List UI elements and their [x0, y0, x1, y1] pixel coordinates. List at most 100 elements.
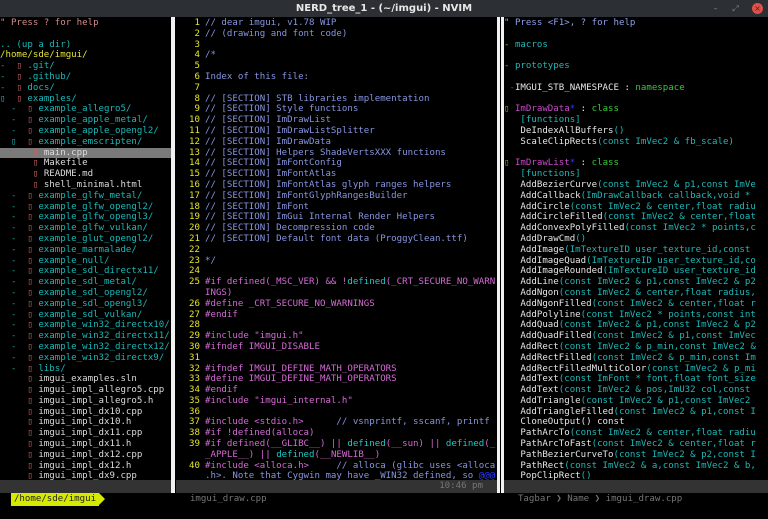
tree-row[interactable]: - ▯ example_win32_directx10/ — [0, 320, 171, 331]
tree-row[interactable]: ▯ imgui_impl_allegro5.cpp — [0, 385, 171, 396]
tag-row[interactable]: - macros — [504, 40, 768, 51]
code-line[interactable]: 34 #endif — [176, 385, 497, 396]
tag-row[interactable]: AddBezierCurve(const ImVec2 & p1,const I… — [504, 180, 768, 191]
tag-row[interactable]: AddQuad(const ImVec2 & p1,const ImVec2 &… — [504, 320, 768, 331]
tree-row[interactable]: - ▯ .git/ — [0, 61, 171, 72]
tree-row[interactable]: - ▯ example_win32_directx9/ — [0, 353, 171, 364]
tree-row[interactable]: - ▯ example_sdl_directx11/ — [0, 266, 171, 277]
code-line[interactable]: _APPLE__) || defined(__NEWLIB__) — [176, 450, 497, 461]
tree-row[interactable]: - ▯ .github/ — [0, 72, 171, 83]
tag-row[interactable]: ScaleClipRects(const ImVec2 & fb_scale) — [504, 137, 768, 148]
tag-row[interactable]: AddPolyline(const ImVec2 * points,const … — [504, 310, 768, 321]
close-button[interactable]: × — [752, 3, 763, 14]
tag-row[interactable]: AddQuadFilled(const ImVec2 & p1,const Im… — [504, 331, 768, 342]
tag-row[interactable]: AddTriangle(const ImVec2 & p1,const ImVe… — [504, 396, 768, 407]
tree-row[interactable]: ▯ imgui_impl_dx12.h — [0, 461, 171, 472]
tag-row[interactable] — [504, 72, 768, 83]
tree-row[interactable]: - ▯ example_apple_metal/ — [0, 115, 171, 126]
tree-row[interactable]: - ▯ example_apple_opengl2/ — [0, 126, 171, 137]
tag-row[interactable]: -IMGUI_STB_NAMESPACE : namespace — [504, 83, 768, 94]
tree-row[interactable]: ▯ ▯ example_emscripten/ — [0, 137, 171, 148]
tree-row[interactable]: - ▯ docs/ — [0, 83, 171, 94]
code-line[interactable]: 2 // (drawing and font code) — [176, 29, 497, 40]
maximize-button[interactable]: ⤢ — [730, 3, 741, 14]
tag-row[interactable]: AddConvexPolyFilled(const ImVec2 * point… — [504, 223, 768, 234]
code-line[interactable]: 8 // [SECTION] STB libraries implementati… — [176, 94, 497, 105]
code-line[interactable]: 27 #endif — [176, 310, 497, 321]
tree-row[interactable]: ▯ imgui_impl_dx10.h — [0, 417, 171, 428]
tree-row[interactable]: - ▯ example_null/ — [0, 256, 171, 267]
tree-row[interactable]: ▯ Makefile — [0, 158, 171, 169]
tree-row[interactable]: - ▯ example_win32_directx12/ — [0, 342, 171, 353]
tag-row[interactable]: PathBezierCurveTo(const ImVec2 & p2,cons… — [504, 450, 768, 461]
tree-row[interactable]: ▯ imgui_impl_dx11.h — [0, 439, 171, 450]
code-line[interactable]: .h>. Note that Cygwin may have _WIN32 de… — [176, 471, 497, 480]
tree-row[interactable]: - ▯ example_glfw_opengl3/ — [0, 212, 171, 223]
code-line[interactable]: 14 // [SECTION] ImFontConfig — [176, 158, 497, 169]
tag-row[interactable] — [504, 148, 768, 159]
tree-row[interactable]: - ▯ example_glut_opengl2/ — [0, 234, 171, 245]
editor-panel[interactable]: 1 // dear imgui, v1.78 WIP 2 // (drawing an… — [176, 18, 497, 480]
code-line[interactable]: 22 — [176, 245, 497, 256]
code-line[interactable]: 7 — [176, 83, 497, 94]
code-line[interactable]: 21 // [SECTION] Default font data (Proggy… — [176, 234, 497, 245]
code-line[interactable]: 37 #include <stdio.h> // vsnprintf, sscan… — [176, 417, 497, 428]
tag-row[interactable]: PathRect(const ImVec2 & a,const ImVec2 &… — [504, 461, 768, 472]
tree-row[interactable]: - ▯ example_allegro5/ — [0, 104, 171, 115]
tree-row[interactable]: .. (up a dir) — [0, 40, 171, 51]
code-line[interactable]: INGS) — [176, 288, 497, 299]
code-line[interactable]: 38 #if !defined(alloca) — [176, 428, 497, 439]
tag-row[interactable]: PopClipRect() — [504, 471, 768, 480]
code-line[interactable]: 23 */ — [176, 256, 497, 267]
tag-row[interactable]: AddRectFilledMultiColor(const ImVec2 & p… — [504, 364, 768, 375]
tag-row[interactable]: PathArcToFast(const ImVec2 & center,floa… — [504, 439, 768, 450]
tag-row[interactable]: AddNgon(const ImVec2 & center,float radi… — [504, 288, 768, 299]
tag-row[interactable] — [504, 29, 768, 40]
code-line[interactable]: 32 #ifndef IMGUI_DEFINE_MATH_OPERATORS — [176, 364, 497, 375]
tree-row[interactable]: - ▯ libs/ — [0, 364, 171, 375]
split-divider[interactable] — [497, 17, 500, 493]
tag-row[interactable]: AddCircle(const ImVec2 & center,float ra… — [504, 202, 768, 213]
tag-row[interactable]: ▯ ImDrawData* : class — [504, 104, 768, 115]
tree-row[interactable]: ▯ main.cpp — [0, 147, 171, 159]
tree-row[interactable] — [0, 29, 171, 40]
tree-row[interactable]: ▯ imgui_impl_allegro5.h — [0, 396, 171, 407]
tag-row[interactable]: AddNgonFilled(const ImVec2 & center,floa… — [504, 299, 768, 310]
tag-row[interactable]: AddRect(const ImVec2 & p_min,const ImVec… — [504, 342, 768, 353]
code-line[interactable]: 15 // [SECTION] ImFontAtlas — [176, 169, 497, 180]
tag-row[interactable]: AddImageQuad(ImTextureID user_texture_id… — [504, 256, 768, 267]
code-line[interactable]: 19 // [SECTION] ImGui Internal Render Hel… — [176, 212, 497, 223]
code-line[interactable]: 20 // [SECTION] Decompression code — [176, 223, 497, 234]
tag-row[interactable]: AddText(const ImFont * font,float font_s… — [504, 374, 768, 385]
code-line[interactable]: 35 #include "imgui_internal.h" — [176, 396, 497, 407]
code-line[interactable]: 39 #if defined(__GLIBC__) || defined(__su… — [176, 439, 497, 450]
tree-row[interactable]: - ▯ example_glfw_vulkan/ — [0, 223, 171, 234]
code-line[interactable]: 33 #define IMGUI_DEFINE_MATH_OPERATORS — [176, 374, 497, 385]
tree-row[interactable]: - ▯ example_win32_directx11/ — [0, 331, 171, 342]
code-line[interactable]: 17 // [SECTION] ImFontGlyphRangesBuilder — [176, 191, 497, 202]
tree-row[interactable]: ▯ imgui_impl_dx12.cpp — [0, 450, 171, 461]
code-line[interactable]: 1 // dear imgui, v1.78 WIP — [176, 18, 497, 29]
tag-row[interactable]: AddLine(const ImVec2 & p1,const ImVec2 &… — [504, 277, 768, 288]
tag-row[interactable]: AddCircleFilled(const ImVec2 & center,fl… — [504, 212, 768, 223]
tree-row[interactable]: ▯ imgui_impl_dx11.cpp — [0, 428, 171, 439]
tree-row[interactable]: ▯ shell_minimal.html — [0, 180, 171, 191]
code-line[interactable]: 40 #include <alloca.h> // alloca (glibc u… — [176, 461, 497, 472]
tag-row[interactable] — [504, 50, 768, 61]
tag-row[interactable]: AddImage(ImTextureID user_texture_id,con… — [504, 245, 768, 256]
code-line[interactable]: 4 /* — [176, 50, 497, 61]
tree-row[interactable]: ▯ imgui_impl_dx10.cpp — [0, 407, 171, 418]
tree-row[interactable]: - ▯ example_marmalade/ — [0, 245, 171, 256]
tag-row[interactable]: DeIndexAllBuffers() — [504, 126, 768, 137]
tree-row[interactable]: ▯ imgui_examples.sln — [0, 374, 171, 385]
code-line[interactable]: 24 — [176, 266, 497, 277]
tree-row[interactable]: ▯ ▯ examples/ — [0, 94, 171, 105]
tree-row[interactable]: /home/sde/imgui/ — [0, 50, 171, 61]
code-line[interactable]: 30 #ifndef IMGUI_DISABLE — [176, 342, 497, 353]
code-line[interactable]: 16 // [SECTION] ImFontAtlas glyph ranges … — [176, 180, 497, 191]
code-line[interactable]: 5 — [176, 61, 497, 72]
tree-row[interactable]: - ▯ example_sdl_opengl3/ — [0, 299, 171, 310]
tag-row[interactable]: AddText(const ImVec2 & pos,ImU32 col,con… — [504, 385, 768, 396]
tree-row[interactable]: - ▯ example_sdl_opengl2/ — [0, 288, 171, 299]
tag-row[interactable]: ▯ ImDrawList* : class — [504, 158, 768, 169]
